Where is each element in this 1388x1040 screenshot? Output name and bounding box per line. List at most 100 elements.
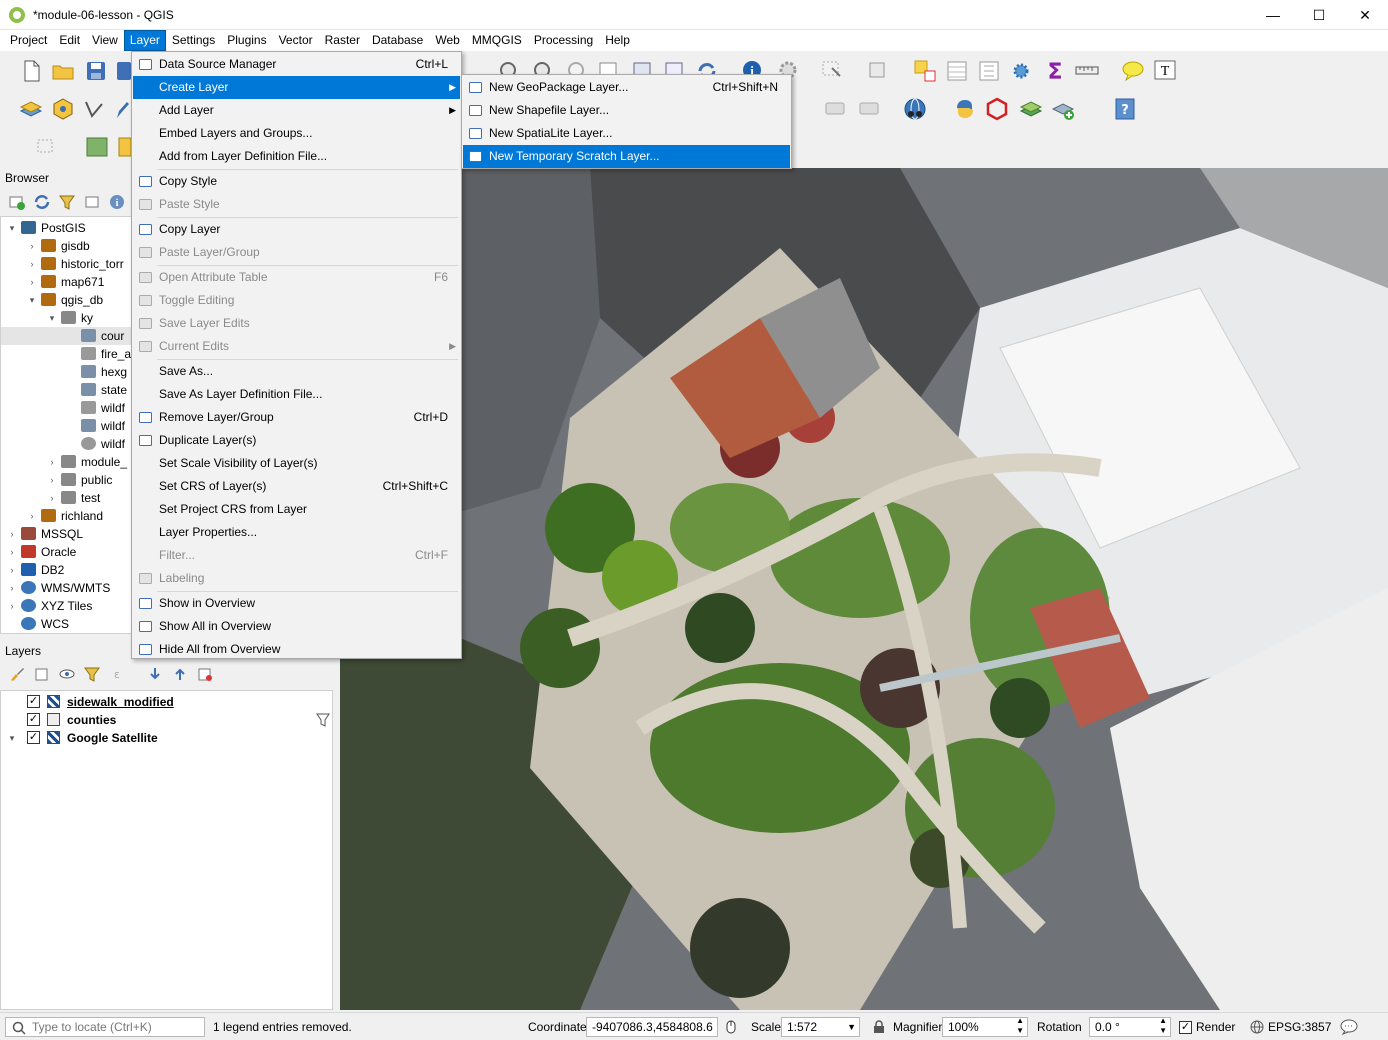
- maximize-button[interactable]: ☐: [1296, 0, 1342, 30]
- browser-info-button[interactable]: i: [108, 194, 126, 210]
- minimize-button[interactable]: —: [1250, 0, 1296, 30]
- menu-item-new-shapefile-layer[interactable]: New Shapefile Layer...: [463, 99, 790, 122]
- layer-item[interactable]: ✓ sidewalk_modified: [1, 693, 332, 711]
- select-value-button[interactable]: [866, 58, 892, 84]
- menu-project[interactable]: Project: [5, 31, 52, 50]
- layer-item[interactable]: ✓ counties: [1, 711, 332, 729]
- browser-tree-item[interactable]: › WMS/WMTS: [1, 579, 132, 597]
- layer-visibility-checkbox[interactable]: ✓: [27, 731, 40, 744]
- menu-item-hide-all-from-overview[interactable]: Hide All from Overview: [133, 638, 460, 661]
- style-manager-button[interactable]: [8, 666, 26, 682]
- menu-raster[interactable]: Raster: [320, 31, 365, 50]
- browser-tree-item[interactable]: › gisdb: [1, 237, 132, 255]
- save-project-button[interactable]: [83, 58, 109, 84]
- menu-item-save-as[interactable]: Save As...: [133, 360, 460, 383]
- new-project-button[interactable]: [18, 58, 44, 84]
- menu-item-show-in-overview[interactable]: Show in Overview: [133, 592, 460, 615]
- menu-layer[interactable]: Layer: [123, 30, 166, 51]
- remove-layer-button[interactable]: [196, 666, 214, 682]
- text-annotation-button[interactable]: T: [1152, 58, 1178, 84]
- menu-settings[interactable]: Settings: [167, 31, 220, 50]
- menu-item-save-as-layer-definition-file[interactable]: Save As Layer Definition File...: [133, 383, 460, 406]
- collapse-layers-button[interactable]: [171, 666, 189, 682]
- new-shapefile-button[interactable]: [82, 96, 108, 122]
- locate-search-field[interactable]: Type to locate (Ctrl+K): [5, 1017, 205, 1037]
- collapsed-arrow-icon[interactable]: ›: [7, 525, 17, 543]
- misc-tool-button[interactable]: [116, 134, 132, 160]
- collapsed-arrow-icon[interactable]: ›: [7, 597, 17, 615]
- new-geopackage-button[interactable]: [50, 96, 76, 122]
- overview-button[interactable]: [902, 96, 928, 122]
- browser-tree-item[interactable]: › map671: [1, 273, 132, 291]
- collapsed-arrow-icon[interactable]: ›: [27, 273, 37, 291]
- expanded-arrow-icon[interactable]: ▾: [47, 309, 57, 327]
- browser-tree-item[interactable]: ▾ ky: [1, 309, 132, 327]
- collapsed-arrow-icon[interactable]: ›: [27, 237, 37, 255]
- add-selected-button[interactable]: [8, 194, 26, 210]
- layers-filter-button[interactable]: [83, 666, 101, 682]
- browser-tree-item[interactable]: › MSSQL: [1, 525, 132, 543]
- layer-visibility-checkbox[interactable]: ✓: [27, 713, 40, 726]
- layer-visibility-checkbox[interactable]: ✓: [27, 695, 40, 708]
- attribute-table-button[interactable]: [944, 58, 970, 84]
- field-calc-button[interactable]: [976, 58, 1002, 84]
- collapsed-arrow-icon[interactable]: ›: [47, 453, 57, 471]
- browser-tree-item[interactable]: fire_a: [1, 345, 132, 363]
- close-window-button[interactable]: ✕: [1342, 0, 1388, 30]
- menu-item-duplicate-layer-s[interactable]: Duplicate Layer(s): [133, 429, 460, 452]
- scale-combobox[interactable]: 1:572 ▼: [781, 1017, 860, 1037]
- menu-item-copy-layer[interactable]: Copy Layer: [133, 218, 460, 241]
- filter-expression-button[interactable]: ε: [108, 666, 134, 682]
- browser-tree-item[interactable]: state: [1, 381, 132, 399]
- menu-plugins[interactable]: Plugins: [222, 31, 271, 50]
- select-features-button[interactable]: [820, 58, 846, 84]
- layer-item[interactable]: ▾ ✓ Google Satellite: [1, 729, 332, 747]
- menu-vector[interactable]: Vector: [274, 31, 318, 50]
- menu-item-add-layer[interactable]: Add Layer ▶: [133, 99, 460, 122]
- measure-button[interactable]: [1074, 58, 1100, 84]
- select-move-button[interactable]: [34, 134, 60, 160]
- visibility-button[interactable]: [58, 666, 76, 682]
- browser-tree-item[interactable]: hexg: [1, 363, 132, 381]
- deselect-button[interactable]: [912, 58, 938, 84]
- menu-item-set-crs-of-layer-s[interactable]: Set CRS of Layer(s) Ctrl+Shift+C: [133, 475, 460, 498]
- menu-item-create-layer[interactable]: Create Layer ▶: [133, 76, 460, 99]
- map-tips-button[interactable]: [1120, 58, 1146, 84]
- statistics-button[interactable]: Σ: [1042, 58, 1068, 85]
- browser-tree-item[interactable]: › module_: [1, 453, 132, 471]
- browser-tree-item[interactable]: cour: [1, 327, 132, 345]
- toolbox-button[interactable]: [1008, 58, 1034, 84]
- menu-item-remove-layer-group[interactable]: Remove Layer/Group Ctrl+D: [133, 406, 460, 429]
- menu-mmqgis[interactable]: MMQGIS: [467, 31, 527, 50]
- browser-tree-item[interactable]: › richland: [1, 507, 132, 525]
- expanded-arrow-icon[interactable]: ▾: [27, 291, 37, 309]
- lock-scale-button[interactable]: [872, 1020, 886, 1034]
- menu-database[interactable]: Database: [367, 31, 428, 50]
- add-group-button[interactable]: [33, 666, 51, 682]
- expanded-arrow-icon[interactable]: ▾: [7, 729, 17, 747]
- browser-tree-item[interactable]: › historic_torr: [1, 255, 132, 273]
- browser-filter-button[interactable]: [58, 194, 76, 210]
- menu-edit[interactable]: Edit: [54, 31, 85, 50]
- menu-item-set-scale-visibility-of-layer-s[interactable]: Set Scale Visibility of Layer(s): [133, 452, 460, 475]
- save-as-button[interactable]: [115, 58, 131, 84]
- browser-tree-item[interactable]: ▾ qgis_db: [1, 291, 132, 309]
- python-console-button[interactable]: [952, 96, 978, 122]
- collapsed-arrow-icon[interactable]: ›: [7, 543, 17, 561]
- digitize-button[interactable]: [114, 96, 130, 122]
- collapsed-arrow-icon[interactable]: ›: [27, 255, 37, 273]
- menu-item-copy-style[interactable]: Copy Style: [133, 170, 460, 193]
- label-tool-button[interactable]: [822, 96, 848, 122]
- browser-refresh-button[interactable]: [33, 194, 51, 210]
- menu-item-new-temporary-scratch-layer[interactable]: New Temporary Scratch Layer...: [463, 145, 790, 168]
- browser-tree-item[interactable]: WCS: [1, 615, 132, 633]
- coordinate-field[interactable]: -9407086.3,4584808.6: [586, 1017, 718, 1037]
- collapsed-arrow-icon[interactable]: ›: [47, 489, 57, 507]
- menu-item-data-source-manager[interactable]: Data Source Manager Ctrl+L: [133, 53, 460, 76]
- collapse-all-button[interactable]: [83, 194, 101, 210]
- menu-item-set-project-crs-from-layer[interactable]: Set Project CRS from Layer: [133, 498, 460, 521]
- help-button[interactable]: ?: [1112, 96, 1138, 122]
- plugin-button[interactable]: [1018, 96, 1044, 122]
- browser-tree-item[interactable]: › Oracle: [1, 543, 132, 561]
- topology-button[interactable]: [984, 96, 1010, 122]
